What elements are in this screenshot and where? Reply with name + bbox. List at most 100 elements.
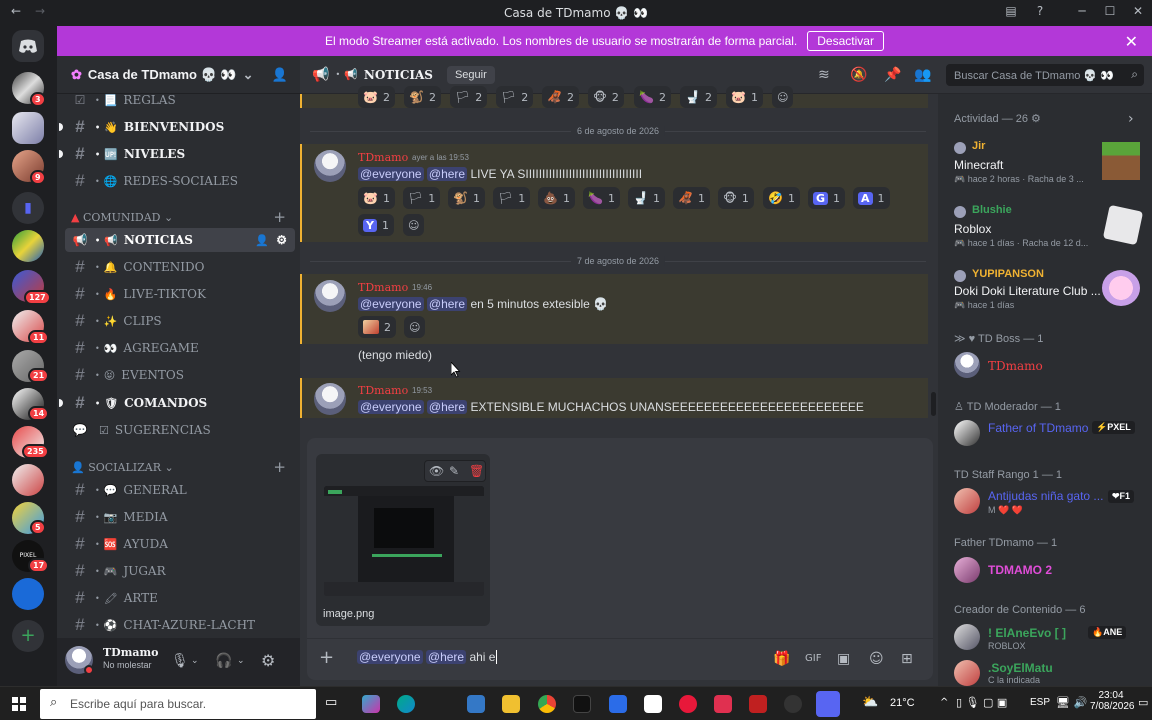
add-server-icon[interactable]: + — [12, 620, 44, 652]
tiktok-icon[interactable] — [573, 695, 591, 713]
eye-icon[interactable]: 👁 — [429, 462, 444, 480]
reaction-pill[interactable]: 🦧 1 — [673, 187, 710, 209]
chevron-right-icon[interactable]: › — [1128, 110, 1134, 128]
channel-chat-azure-lacht[interactable]: # • ⚽ CHAT-AZURE-LACHT — [65, 613, 295, 637]
gift-icon[interactable]: 🎁 — [773, 650, 790, 668]
minimize-button[interactable]: ─ — [1072, 4, 1092, 22]
reaction-pill[interactable]: 🚽 2 — [680, 86, 717, 108]
reaction-pill[interactable]: A1 — [853, 187, 890, 209]
member-name[interactable]: TDmamo — [988, 359, 1043, 373]
reaction-pill[interactable]: 🍆 2 — [634, 86, 671, 108]
channel-bienvenidos[interactable]: # • 👋 BIENVENIDOS — [59, 115, 295, 139]
member-name[interactable]: ! ElAneEvo [ ] — [988, 626, 1066, 640]
reaction-pill[interactable]: 🦧 2 — [542, 86, 579, 108]
add-reaction-button[interactable]: ☺ — [403, 214, 425, 236]
avatar[interactable] — [954, 420, 980, 446]
trash-icon[interactable]: 🗑 — [469, 462, 484, 480]
create-invite-icon[interactable]: 👤 — [255, 234, 269, 247]
sticker-icon[interactable]: ▣ — [837, 650, 850, 668]
avatar[interactable] — [954, 488, 980, 514]
inbox-icon[interactable]: ▤ — [1001, 4, 1021, 22]
user-name[interactable]: TDmamo — [103, 646, 158, 659]
member-name[interactable]: Antijudas niña gato ... — [988, 489, 1103, 503]
activity-card[interactable]: Blushie Roblox 🎮 hace 1 días · Racha de … — [946, 198, 1144, 256]
reaction-pill[interactable]: 🐒 1 — [448, 187, 485, 209]
disable-streamer-button[interactable]: Desactivar — [807, 31, 884, 51]
pencil-icon[interactable]: ✎ — [449, 462, 459, 480]
pin-icon[interactable]: 📌 — [884, 66, 901, 84]
channel-contenido[interactable]: # • 🔔 CONTENIDO — [65, 255, 295, 279]
channel-reglas[interactable]: ☑ • 📃 REGLAS — [65, 88, 295, 112]
app-icon[interactable] — [784, 695, 802, 713]
message-author[interactable]: TDmamo — [358, 151, 408, 164]
chrome-icon[interactable] — [538, 695, 556, 713]
threads-icon[interactable]: ≋ — [818, 66, 830, 84]
channel-clips[interactable]: # • ✨ CLIPS — [65, 309, 295, 333]
server-icon-active[interactable] — [12, 112, 44, 144]
channel-ayuda[interactable]: # • 🆘 AYUDA — [65, 532, 295, 556]
activity-card[interactable]: Jir Minecraft 🎮 hace 2 horas · Racha de … — [946, 134, 1144, 192]
member-name[interactable]: TDMAMO 2 — [988, 563, 1052, 577]
channel-media[interactable]: # • 📷 MEDIA — [65, 505, 295, 529]
follow-button[interactable]: Seguir — [446, 65, 495, 84]
channel-agregame[interactable]: # • 👀 AGREGAME — [65, 336, 295, 360]
notification-mute-icon[interactable]: 🔕 — [850, 66, 867, 84]
reaction-pill[interactable]: 🐵 1 — [718, 187, 754, 209]
reaction-pill[interactable]: 🍆 1 — [583, 187, 620, 209]
reaction-pill[interactable]: 🏳 2 — [496, 86, 534, 108]
mention-everyone[interactable]: @everyone — [358, 400, 424, 414]
add-channel-icon[interactable]: + — [273, 458, 286, 476]
apps-icon[interactable]: ⊞ — [901, 650, 913, 668]
maximize-button[interactable]: ☐ — [1100, 4, 1120, 22]
reaction-pill[interactable]: Y1 — [358, 214, 394, 236]
headphones-icon[interactable]: 🎧 — [215, 652, 232, 670]
server-icon[interactable] — [12, 230, 44, 262]
channel-arte[interactable]: # • 🖍 ARTE — [65, 586, 295, 610]
reaction-pill[interactable]: 🏳 1 — [403, 187, 441, 209]
avatar[interactable] — [314, 383, 346, 415]
reaction-pill[interactable]: 🐷 2 — [358, 86, 395, 108]
reaction-pill[interactable]: 🤣 1 — [763, 187, 800, 209]
reaction-pill[interactable]: 🐵 2 — [588, 86, 624, 108]
server-icon[interactable] — [12, 464, 44, 496]
add-reaction-button[interactable]: ☺ — [772, 86, 794, 108]
avatar[interactable] — [954, 624, 980, 650]
reaction-pill[interactable]: 🐒 2 — [404, 86, 441, 108]
language-indicator[interactable]: ESP — [1030, 697, 1050, 708]
server-icon[interactable] — [12, 578, 44, 610]
task-view-icon[interactable]: ▭ — [325, 695, 343, 713]
taskbar-search[interactable]: ⌕ Escribe aquí para buscar. — [40, 689, 316, 719]
chevron-down-icon[interactable]: ⌄ — [191, 652, 199, 670]
channel-jugar[interactable]: # • 🎮 JUGAR — [65, 559, 295, 583]
notifications-icon[interactable]: ▭ — [1138, 696, 1148, 709]
chevron-down-icon[interactable]: ⌄ — [237, 652, 245, 670]
reaction-pill[interactable]: 2 — [358, 316, 396, 338]
mention-everyone[interactable]: @everyone — [358, 297, 424, 311]
settings-gear-icon[interactable]: ⚙ — [261, 652, 275, 670]
avatar[interactable] — [954, 557, 980, 583]
channel-comandos[interactable]: # • 🛡 COMANDOS — [59, 391, 295, 415]
add-reaction-button[interactable]: ☺ — [404, 316, 426, 338]
category-comunidad[interactable]: ▲ COMUNIDAD ⌄ — [71, 211, 173, 224]
roblox-taskbar-icon[interactable] — [609, 695, 627, 713]
microphone-icon[interactable]: 🎙 — [171, 652, 189, 670]
mention-here[interactable]: @here — [426, 400, 468, 414]
reaction-pill[interactable]: 🚽 1 — [628, 187, 665, 209]
app-icon[interactable] — [714, 695, 732, 713]
category-socializar[interactable]: 👤 SOCIALIZAR ⌄ — [71, 461, 174, 474]
gif-icon[interactable]: GIF — [805, 650, 821, 668]
member-name[interactable]: Father of TDmamo — [988, 421, 1088, 435]
close-window-button[interactable]: ✕ — [1128, 4, 1148, 22]
attachment-card[interactable]: 👁 ✎ 🗑 image.png — [316, 454, 490, 626]
avatar[interactable] — [314, 280, 346, 312]
clock[interactable]: 23:04 7/08/2026 — [1090, 690, 1135, 712]
member-name[interactable]: .SoyElMatu — [988, 661, 1053, 675]
weather-temp[interactable]: 21°C — [890, 697, 915, 709]
invite-user-icon[interactable]: 👤 — [272, 67, 288, 83]
reaction-pill[interactable]: G1 — [808, 187, 846, 209]
help-icon[interactable]: ? — [1030, 4, 1050, 22]
reaction-pill[interactable]: 🏳 1 — [493, 187, 531, 209]
channel-live-tiktok[interactable]: # • 🔥 LIVE-TIKTOK — [65, 282, 295, 306]
activity-card[interactable]: YUPIPANSON Doki Doki Literature Club ...… — [946, 262, 1144, 320]
add-attachment-icon[interactable]: + — [319, 649, 334, 667]
